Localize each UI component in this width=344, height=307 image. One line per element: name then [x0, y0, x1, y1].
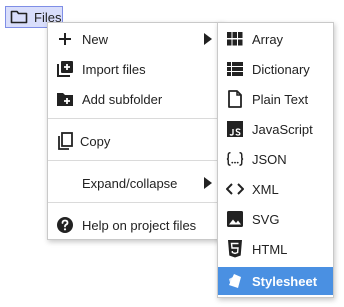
menu-divider: [48, 118, 222, 119]
submenu-item-label: Array: [252, 31, 284, 47]
submenu-item-xml[interactable]: XML: [218, 175, 333, 203]
submenu-arrow-icon: [204, 177, 212, 189]
image-icon: [226, 210, 244, 228]
submenu-item-label: JavaScript: [252, 121, 313, 137]
submenu-item-array[interactable]: Array: [218, 25, 333, 53]
js-icon: [226, 120, 244, 138]
copy-icon: [56, 132, 74, 150]
submenu-item-label: JSON: [252, 151, 287, 167]
plus-icon: [56, 30, 74, 48]
submenu-arrow-icon: [204, 33, 212, 45]
submenu-item-label: Stylesheet: [252, 273, 318, 289]
menu-item-label: New: [82, 31, 109, 47]
submenu-item-html[interactable]: HTML: [218, 235, 333, 263]
folder-icon: [10, 9, 28, 25]
menu-item-label: Import files: [82, 61, 146, 77]
submenu-item-json[interactable]: JSON: [218, 145, 333, 173]
submenu-item-label: Plain Text: [252, 91, 309, 107]
document-icon: [226, 90, 244, 108]
json-braces-icon: [226, 150, 244, 168]
menu-item-label: Copy: [80, 133, 111, 149]
submenu-item-dictionary[interactable]: Dictionary: [218, 55, 333, 83]
submenu-item-label: SVG: [252, 211, 280, 227]
files-context-menu: New Import files Add subfolder Copy Expa…: [47, 22, 223, 240]
menu-item-import-files[interactable]: Import files: [48, 55, 222, 83]
menu-item-new[interactable]: New: [48, 25, 222, 53]
add-folder-icon: [56, 90, 74, 108]
menu-item-label: Expand/collapse: [82, 175, 178, 191]
html5-icon: [226, 240, 244, 258]
menu-item-label: Help on project files: [82, 217, 197, 233]
submenu-item-stylesheet[interactable]: Stylesheet: [218, 267, 333, 295]
help-icon: [56, 216, 74, 234]
menu-divider: [48, 160, 222, 161]
submenu-item-javascript[interactable]: JavaScript: [218, 115, 333, 143]
submenu-item-label: HTML: [252, 241, 288, 257]
import-files-icon: [56, 60, 74, 78]
menu-divider: [48, 202, 222, 203]
submenu-item-label: XML: [252, 181, 279, 197]
menu-item-expand-collapse[interactable]: Expand/collapse: [48, 169, 222, 197]
menu-item-add-subfolder[interactable]: Add subfolder: [48, 85, 222, 113]
submenu-item-plain-text[interactable]: Plain Text: [218, 85, 333, 113]
array-grid-icon: [226, 30, 244, 48]
menu-item-help[interactable]: Help on project files: [48, 211, 222, 239]
dictionary-list-icon: [226, 60, 244, 78]
submenu-item-label: Dictionary: [252, 61, 310, 77]
css-icon: [226, 272, 244, 290]
new-submenu: Array Dictionary Plain Text JavaScript J…: [217, 22, 334, 298]
menu-item-copy[interactable]: Copy: [48, 127, 222, 155]
submenu-item-svg[interactable]: SVG: [218, 205, 333, 233]
code-brackets-icon: [226, 180, 244, 198]
menu-item-label: Add subfolder: [82, 91, 163, 107]
